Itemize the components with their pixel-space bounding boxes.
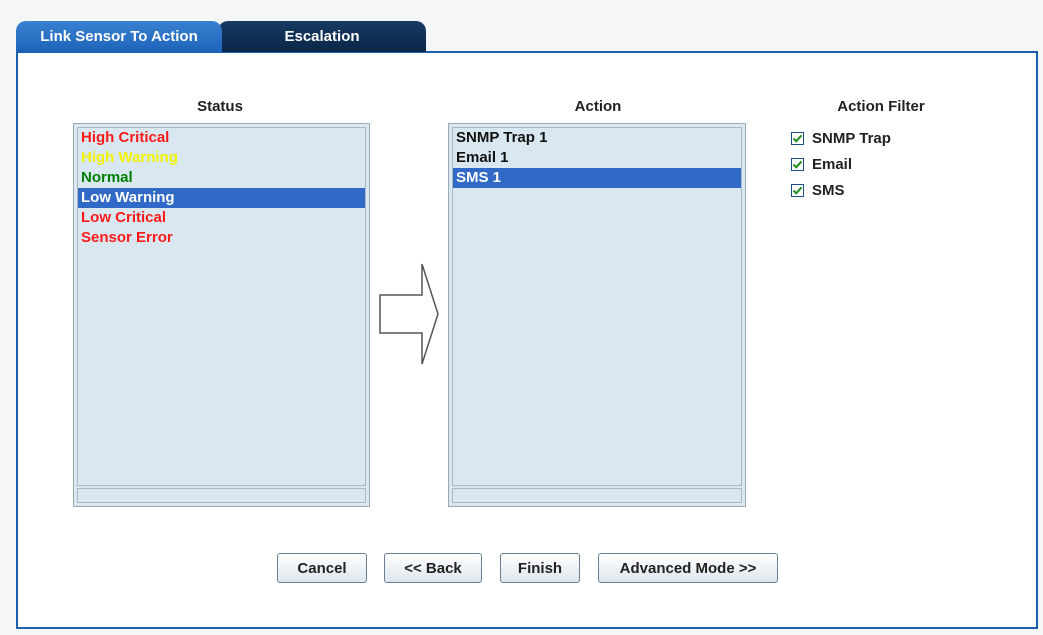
- action-item-sms-1[interactable]: SMS 1: [453, 168, 741, 188]
- status-item-sensor-error[interactable]: Sensor Error: [78, 228, 365, 248]
- status-item-high-warning[interactable]: High Warning: [78, 148, 365, 168]
- checkmark-icon: [792, 134, 803, 143]
- checkmark-icon: [792, 160, 803, 169]
- status-item-high-critical[interactable]: High Critical: [78, 128, 365, 148]
- filter-snmp-trap-label: SNMP Trap: [812, 129, 891, 147]
- filter-email-label: Email: [812, 155, 853, 173]
- tab-bar: Link Sensor To Action Escalation: [16, 21, 436, 52]
- status-list[interactable]: High Critical High Warning Normal Low Wa…: [73, 123, 370, 507]
- filter-sms-checkbox[interactable]: [791, 183, 804, 197]
- cancel-button[interactable]: Cancel: [277, 553, 367, 583]
- tab-escalation[interactable]: Escalation: [218, 21, 426, 52]
- filter-snmp-trap-checkbox[interactable]: [791, 131, 804, 145]
- action-list[interactable]: SNMP Trap 1 Email 1 SMS 1: [448, 123, 746, 507]
- status-item-low-critical[interactable]: Low Critical: [78, 208, 365, 228]
- action-item-email-1[interactable]: Email 1: [453, 148, 741, 168]
- action-item-snmp-trap-1[interactable]: SNMP Trap 1: [453, 128, 741, 148]
- status-list-viewport: High Critical High Warning Normal Low Wa…: [77, 127, 366, 486]
- filter-sms-label: SMS: [812, 181, 845, 199]
- status-item-normal[interactable]: Normal: [78, 168, 365, 188]
- action-filter-heading: Action Filter: [837, 98, 925, 115]
- filter-sms[interactable]: SMS: [791, 179, 845, 201]
- action-heading: Action: [574, 98, 622, 115]
- checkmark-icon: [792, 186, 803, 195]
- filter-email[interactable]: Email: [791, 153, 852, 175]
- tab-link-sensor-to-action[interactable]: Link Sensor To Action: [16, 21, 222, 52]
- action-list-scrollbar[interactable]: [452, 488, 742, 503]
- back-button[interactable]: << Back: [384, 553, 482, 583]
- action-list-viewport: SNMP Trap 1 Email 1 SMS 1: [452, 127, 742, 486]
- filter-snmp-trap[interactable]: SNMP Trap: [791, 127, 891, 149]
- right-arrow-icon: [378, 262, 440, 371]
- status-item-low-warning[interactable]: Low Warning: [78, 188, 365, 208]
- advanced-mode-button[interactable]: Advanced Mode >>: [598, 553, 778, 583]
- finish-button[interactable]: Finish: [500, 553, 580, 583]
- filter-email-checkbox[interactable]: [791, 157, 804, 171]
- status-heading: Status: [197, 98, 243, 115]
- status-list-scrollbar[interactable]: [77, 488, 366, 503]
